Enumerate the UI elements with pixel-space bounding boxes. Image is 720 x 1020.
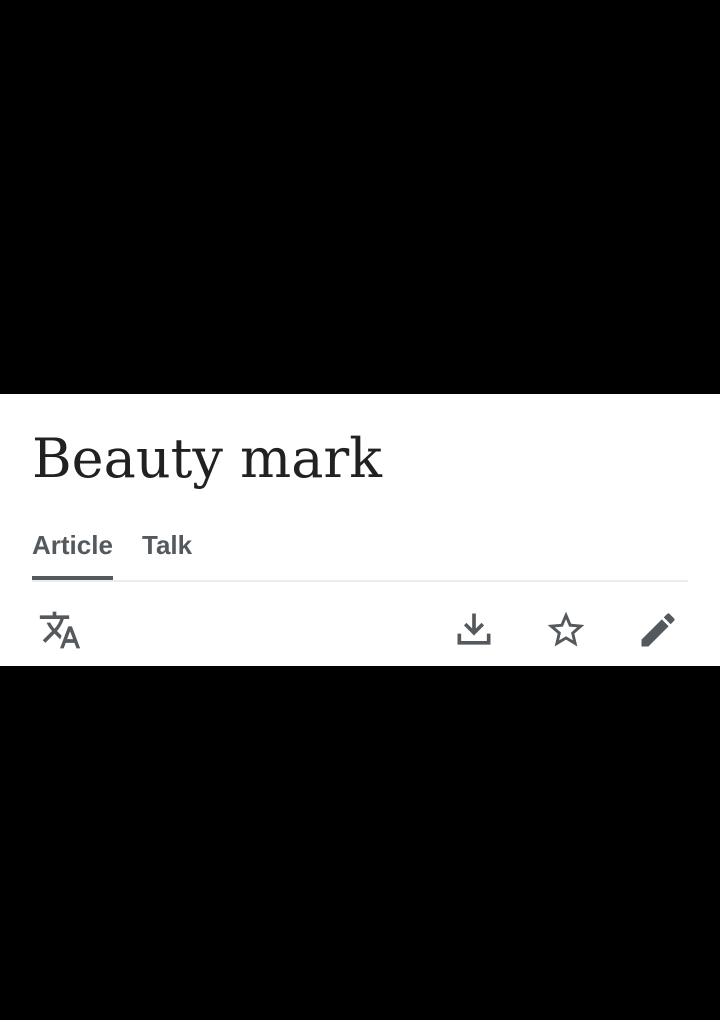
download-button[interactable] [448, 604, 500, 656]
watch-star-button[interactable] [540, 604, 592, 656]
translate-icon [39, 611, 81, 649]
pencil-icon [641, 613, 675, 647]
namespace-tabs: Article Talk [32, 520, 688, 582]
tab-article[interactable]: Article [32, 520, 113, 580]
article-header: Beauty mark Article Talk [0, 394, 720, 666]
page-title: Beauty mark [32, 427, 382, 490]
language-button[interactable] [34, 604, 86, 656]
tab-talk[interactable]: Talk [142, 520, 192, 578]
download-icon [457, 613, 491, 645]
edit-button[interactable] [632, 604, 684, 656]
star-outline-icon [547, 611, 585, 647]
